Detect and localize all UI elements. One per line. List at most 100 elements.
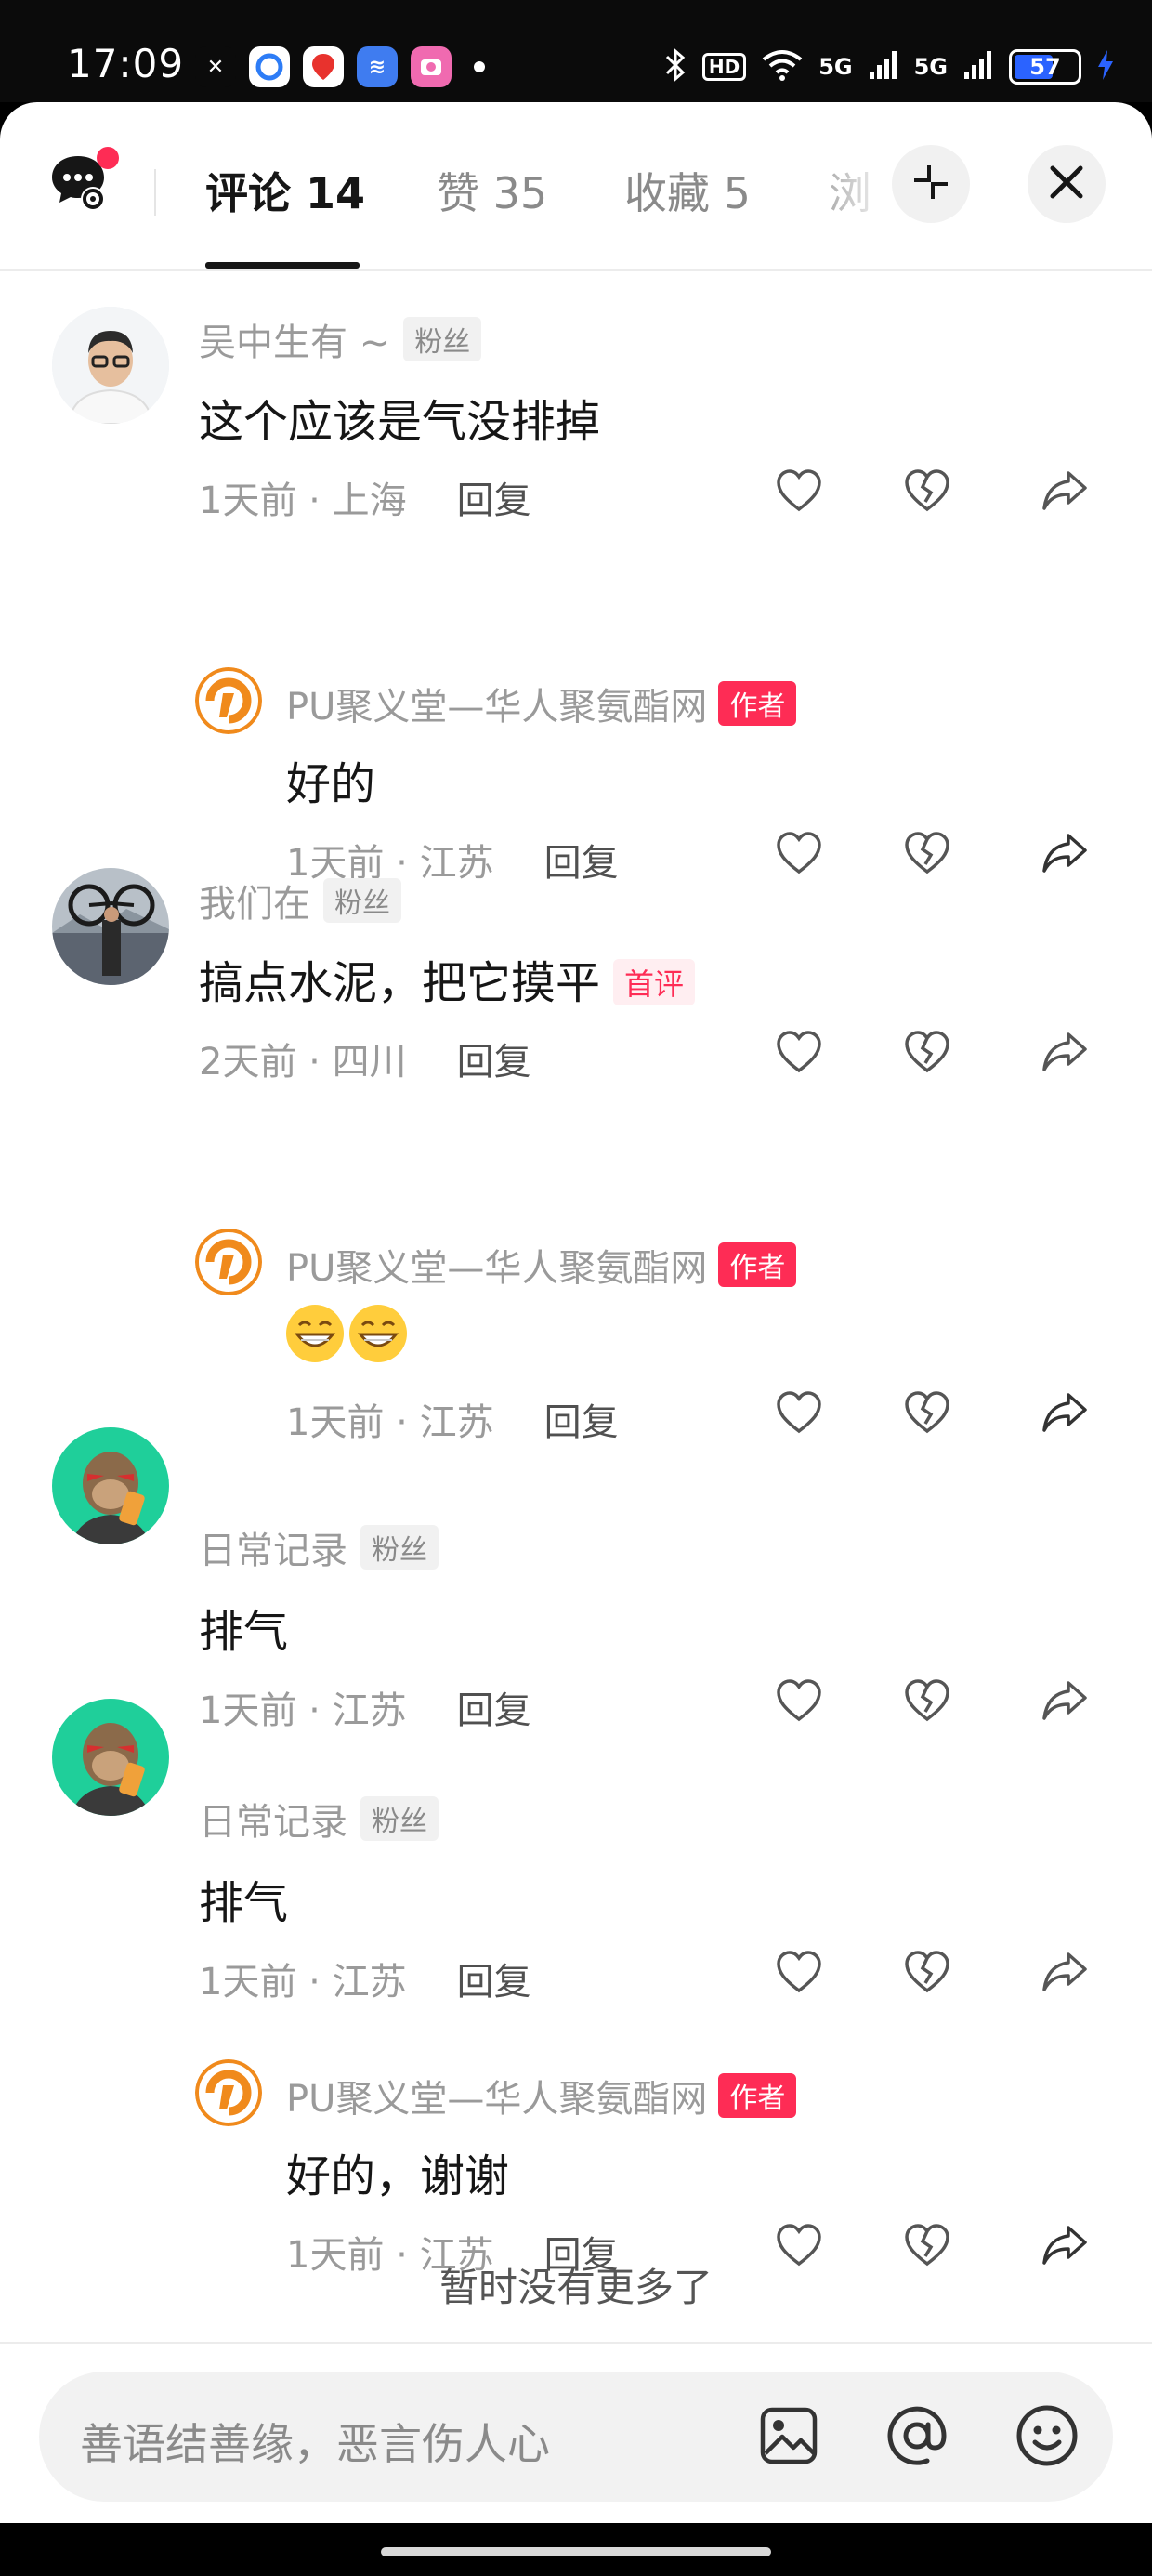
tab-fade: [818, 139, 892, 242]
comment-username[interactable]: 日常记录 粉丝: [199, 1520, 439, 1574]
dislike-button[interactable]: [899, 465, 955, 520]
reply-username[interactable]: PU聚义堂—华人聚氨酯网 作者: [286, 1238, 797, 1292]
like-button[interactable]: [771, 1675, 827, 1730]
system-nav-bar: [0, 2523, 1152, 2576]
network-type-1: 5G: [818, 54, 853, 80]
signal-icon-2: [962, 49, 994, 85]
username-text[interactable]: PU聚义堂—华人聚氨酯网: [286, 1247, 707, 1290]
reply-button[interactable]: 回复: [457, 1961, 531, 2004]
dislike-button[interactable]: [899, 1946, 955, 2002]
charging-icon: [1096, 48, 1115, 85]
reply-username[interactable]: PU聚义堂—华人聚氨酯网 作者: [286, 677, 797, 730]
share-button[interactable]: [1037, 1675, 1093, 1730]
tab-likes[interactable]: 赞 35: [437, 160, 547, 221]
comment-text: 搞点水泥，把它摸平 首评: [199, 946, 696, 1011]
reply-button[interactable]: 回复: [457, 480, 531, 522]
reply-username[interactable]: PU聚义堂—华人聚氨酯网 作者: [286, 2069, 797, 2123]
no-more-text: 暂时没有更多了: [439, 2265, 713, 2310]
share-button[interactable]: [1037, 1026, 1093, 1082]
first-comment-tag: 首评: [613, 959, 696, 1005]
dislike-button[interactable]: [899, 1675, 955, 1730]
comment-meta: 1天前 · 上海 回复: [199, 470, 531, 524]
mention-button[interactable]: [883, 2403, 951, 2472]
collapse-button[interactable]: [892, 145, 970, 223]
tab-comments[interactable]: 评论 14: [205, 160, 365, 221]
unread-dot: [97, 147, 119, 169]
heart-icon: [775, 1950, 823, 1998]
comment-input-placeholder[interactable]: 善语结善缘，恶言伤人心: [80, 2411, 550, 2472]
dislike-button[interactable]: [899, 1387, 955, 1442]
status-app-icons: ✕ ≋: [195, 46, 485, 87]
fan-badge: 粉丝: [360, 1525, 439, 1570]
share-icon: [1041, 1391, 1089, 1438]
author-avatar[interactable]: [195, 1229, 262, 1295]
share-button[interactable]: [1037, 1387, 1093, 1442]
username-text[interactable]: 日常记录: [199, 1801, 347, 1844]
like-button[interactable]: [771, 1387, 827, 1442]
comment-username[interactable]: 日常记录 粉丝: [199, 1792, 439, 1846]
like-button[interactable]: [771, 827, 827, 883]
broken-heart-icon: [903, 1390, 951, 1439]
reply-button[interactable]: 回复: [457, 1041, 531, 1084]
comment-time-location: 2天前 · 四川: [199, 1041, 407, 1084]
comment-time-location: 1天前 · 江苏: [199, 1689, 407, 1732]
reply-time-location: 1天前 · 江苏: [286, 1401, 494, 1444]
author-badge: 作者: [718, 681, 797, 726]
dislike-button[interactable]: [899, 1026, 955, 1082]
image-button[interactable]: [754, 2403, 823, 2472]
reply-button[interactable]: 回复: [544, 1401, 619, 1444]
reply-text: 好的: [286, 758, 376, 810]
like-button[interactable]: [771, 1946, 827, 2002]
active-tab-indicator: [205, 262, 360, 269]
avatar[interactable]: [52, 868, 169, 985]
username-text[interactable]: 吴中生有 ~: [199, 322, 390, 364]
reply-button[interactable]: 回复: [544, 842, 619, 885]
home-indicator[interactable]: [381, 2547, 771, 2556]
broken-heart-icon: [903, 1950, 951, 1998]
header-divider: [154, 169, 156, 216]
like-button[interactable]: [771, 465, 827, 520]
reply-meta: 1天前 · 江苏 回复: [286, 1392, 619, 1446]
broken-heart-icon: [903, 1678, 951, 1727]
author-avatar[interactable]: [195, 2059, 262, 2126]
share-button[interactable]: [1037, 827, 1093, 883]
tab-favorites[interactable]: 收藏 5: [624, 160, 751, 221]
author-badge: 作者: [718, 1242, 797, 1287]
like-button[interactable]: [771, 1026, 827, 1082]
username-text[interactable]: PU聚义堂—华人聚氨酯网: [286, 686, 707, 729]
avatar[interactable]: [52, 307, 169, 424]
signal-icon: [868, 49, 899, 85]
fan-badge: 粉丝: [323, 878, 401, 923]
comment-username[interactable]: 吴中生有 ~ 粉丝: [199, 312, 482, 366]
comments-sheet: 评论 14 赞 35 收藏 5 浏: [0, 102, 1152, 2523]
broken-heart-icon: [903, 831, 951, 879]
heart-icon: [775, 1030, 823, 1078]
dislike-button[interactable]: [899, 827, 955, 883]
share-button[interactable]: [1037, 1946, 1093, 2002]
close-icon: [1048, 164, 1085, 204]
comment-input[interactable]: 善语结善缘，恶言伤人心: [39, 2372, 1113, 2502]
emoji-button[interactable]: [1013, 2403, 1081, 2472]
username-text[interactable]: 日常记录: [199, 1530, 347, 1572]
avatar[interactable]: [52, 1699, 169, 1816]
reply-button[interactable]: 回复: [457, 1689, 531, 1732]
comment-meta: 1天前 · 江苏 回复: [199, 1952, 531, 2005]
status-system-icons: HD 5G 5G 57: [663, 46, 1115, 87]
close-button[interactable]: [1028, 145, 1106, 223]
author-badge: 作者: [718, 2073, 797, 2118]
share-icon: [1041, 832, 1089, 878]
comment-text: 排气: [199, 1606, 289, 1658]
author-avatar[interactable]: [195, 667, 262, 734]
avatar[interactable]: [52, 1427, 169, 1544]
comment-meta: 1天前 · 江苏 回复: [199, 1680, 531, 1734]
username-text[interactable]: 我们在: [199, 883, 310, 926]
share-button[interactable]: [1037, 465, 1093, 520]
sheet-header: 评论 14 赞 35 收藏 5 浏: [0, 102, 1152, 271]
comment-text: 排气: [199, 1877, 289, 1929]
comment-username[interactable]: 我们在 粉丝: [199, 874, 401, 927]
comment-text: 这个应该是气没排掉: [199, 396, 601, 448]
broken-heart-icon: [903, 468, 951, 517]
hd-badge: HD: [701, 53, 747, 81]
username-text[interactable]: PU聚义堂—华人聚氨酯网: [286, 2078, 707, 2121]
image-icon: [758, 2405, 819, 2470]
